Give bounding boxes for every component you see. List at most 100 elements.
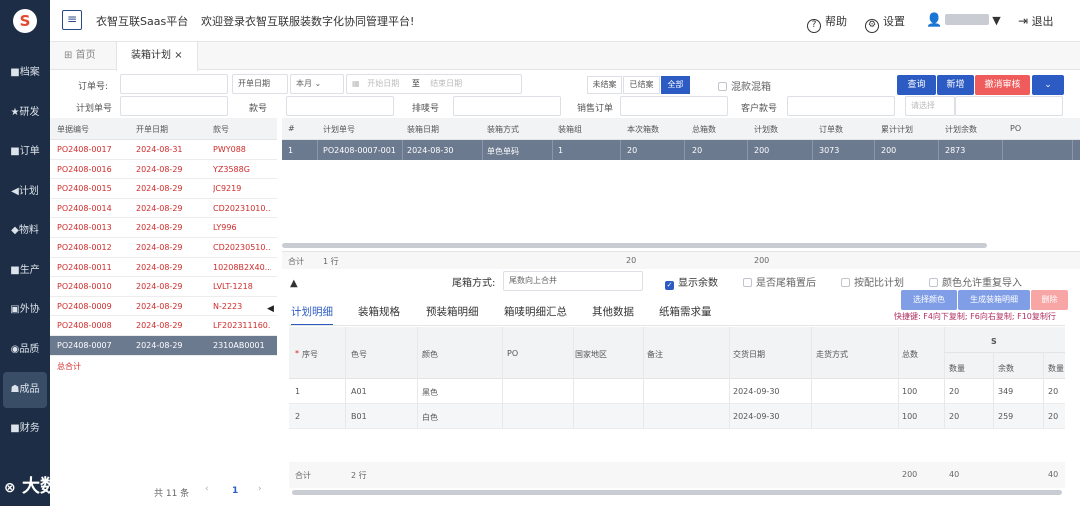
sales-order-label: 销售订单 [577,104,614,114]
column-divider [552,140,553,160]
user-menu[interactable]: 👤 ▼ [926,13,1001,28]
delete-button[interactable]: 删除 [1031,290,1068,310]
select-color-button[interactable]: 选择颜色 [901,290,957,310]
status-open[interactable]: 未结案 [587,76,622,94]
table-row[interactable]: PO2408-0013 2024-08-29 LY996 [50,218,277,238]
menu-toggle-icon[interactable]: ≡ [62,10,82,30]
tab-carton-demand[interactable]: 纸箱需求量 [659,304,712,319]
column-divider [684,140,685,160]
order-no-label: 订单号: [78,82,109,92]
status-all[interactable]: 全部 [661,76,690,94]
more-dropdown-button[interactable]: ⌄ [1032,75,1064,95]
app-logo[interactable]: S [13,9,37,33]
table-row[interactable]: PO2408-0009 2024-08-29 N-2223 [50,297,277,317]
order-no-input[interactable] [120,74,228,94]
sidebar-item-material[interactable]: ◆物料 [0,213,50,249]
tab-packing-spec[interactable]: 装箱规格 [358,304,400,319]
cell: 20 [692,146,703,155]
table-row[interactable]: 1 A01 黑色 2024-09-30 100 20 349 20 [289,379,1065,404]
customer-style-input[interactable] [787,96,895,116]
next-page-icon[interactable]: › [258,484,262,494]
logout-button[interactable]: ⇥ 退出 [1018,13,1054,29]
column-divider [898,404,899,429]
column-divider [620,140,621,160]
sidebar-item-quality[interactable]: ◉品质 [0,332,50,368]
open-date-cell: 2024-08-29 [136,223,183,233]
table-row[interactable]: PO2408-0014 2024-08-29 CD20231010... [50,199,277,219]
generate-detail-button[interactable]: 生成装箱明细 [958,290,1030,310]
table-row[interactable]: PO2408-0016 2024-08-29 YZ3588G [50,160,277,180]
extra-input[interactable] [955,96,1063,116]
cell: 20 [949,412,960,421]
current-page[interactable]: 1 [232,486,238,496]
mixed-checkbox[interactable]: 混款混箱 [718,78,771,93]
header-cell: 装箱组 [558,125,582,134]
settings-label: 设置 [883,15,905,28]
cancel-audit-button[interactable]: 撤消审核 [975,75,1030,95]
tail-after-checkbox[interactable]: 是否尾箱置后 [743,274,816,289]
column-divider [729,327,730,379]
header-cell: 颜色 [422,350,438,359]
sidebar-item-archive[interactable]: ■档案 [0,55,50,91]
show-remain-checkbox[interactable]: ✓ 显示余数 [665,274,718,290]
color-dup-checkbox[interactable]: 颜色允许重复导入 [929,274,1022,289]
sales-order-input[interactable] [620,96,728,116]
tab-mark-summary[interactable]: 箱唛明细汇总 [504,304,567,319]
close-icon[interactable]: × [174,50,182,61]
tail-method-select[interactable]: 尾数向上合并 [503,271,643,291]
column-divider [729,379,730,404]
gear-icon: ⚙ [865,19,879,33]
doc-no-cell: PO2408-0009 [57,301,112,311]
plan-no-input[interactable] [120,96,228,116]
open-date-cell: 2024-08-29 [136,203,183,213]
prev-page-icon[interactable]: ‹ [205,484,209,494]
table-row[interactable]: PO2408-0010 2024-08-29 LVLT-1218 [50,277,277,297]
tab-plan-detail[interactable]: 计划明细 [291,304,333,326]
doc-no-cell: PO2408-0010 [57,282,112,292]
summary-plan: 200 [754,256,770,265]
table-row[interactable]: PO2408-0015 2024-08-29 JC9219 [50,179,277,199]
sidebar-item-rnd[interactable]: ★研发 [0,95,50,131]
help-button[interactable]: ? 帮助 [807,13,847,33]
open-date-select[interactable]: 开单日期 [232,74,288,94]
sidebar-item-outsource[interactable]: ▣外协 [0,292,50,328]
table-row[interactable]: PO2408-0011 2024-08-29 10208B2X40... [50,258,277,278]
sidebar-item-finished[interactable]: ☗成品 [3,372,47,408]
tab-prepack-detail[interactable]: 预装箱明细 [426,304,479,319]
by-ratio-checkbox[interactable]: 按配比计划 [841,274,904,289]
open-date-cell: 2024-08-29 [136,282,183,292]
date-range-input[interactable]: ▦ 开始日期 至 结束日期 [346,74,522,94]
header-cell: 订单数 [819,125,843,134]
style-no-input[interactable] [286,96,394,116]
tab-other-data[interactable]: 其他数据 [592,304,634,319]
add-button[interactable]: 新增 [937,75,974,95]
collapse-arrow-icon[interactable]: ◀ [267,304,274,314]
plan-table-header: # 计划单号 装箱日期 装箱方式 装箱组 本次箱数 总箱数 计划数 订单数 累计计划 计划余数 PO [282,118,1080,140]
table-row[interactable]: PO2408-0017 2024-08-31 PWY088 [50,140,277,160]
select-dropdown[interactable]: 请选择 [905,96,955,116]
sidebar-item-finance[interactable]: ■财务 [0,411,50,447]
status-closed[interactable]: 已结案 [623,76,660,94]
query-button[interactable]: 查询 [897,75,936,95]
total-row: 总合计 [50,356,277,376]
table-row[interactable]: 2 B01 白色 2024-09-30 100 20 259 20 [289,404,1065,429]
table-row[interactable]: 1 PO2408-0007-001 2024-08-30 单色单码 1 20 20 200 30… [282,140,1080,160]
table-row[interactable]: PO2408-0007 2024-08-29 2310AB0001 [50,335,277,356]
mark-no-input[interactable] [453,96,561,116]
cell: 1 [288,146,294,155]
table-row[interactable]: PO2408-0008 2024-08-29 LF202311160... [50,316,277,336]
detail-scrollbar[interactable] [292,490,1062,495]
logout-label: 退出 [1031,15,1054,28]
settings-button[interactable]: ⚙ 设置 [865,13,905,33]
table-row[interactable]: PO2408-0012 2024-08-29 CD20230510... [50,238,277,258]
sidebar-item-plan[interactable]: ◀计划 [0,174,50,210]
month-select[interactable]: 本月 ⌄ [290,74,344,94]
horizontal-scrollbar[interactable] [282,243,987,248]
sidebar-item-orders[interactable]: ■订单 [0,134,50,170]
doc-no-cell: PO2408-0017 [57,145,112,154]
collapse-up-icon[interactable]: ▲ [290,278,298,289]
tab-home[interactable]: ⊞ 首页 [50,42,110,70]
sidebar-item-production[interactable]: ■生产 [0,253,50,289]
tab-packing-plan[interactable]: 装箱计划 × [116,42,198,71]
header-cell: PO [507,349,519,358]
